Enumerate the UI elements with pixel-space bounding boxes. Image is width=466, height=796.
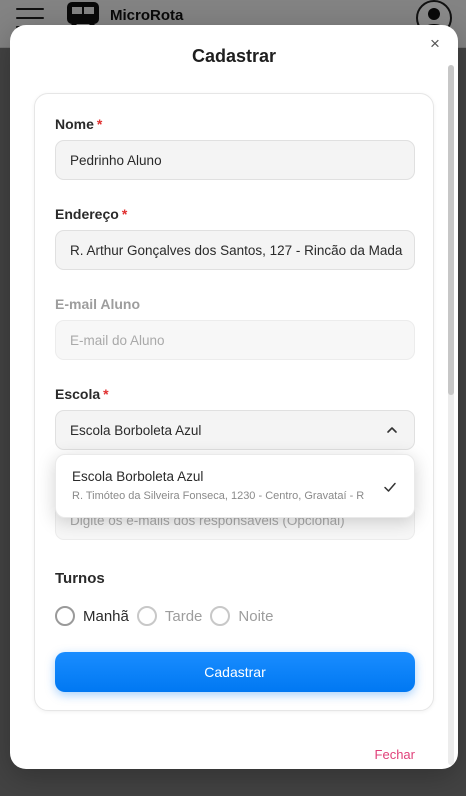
option-subtitle: R. Timóteo da Silveira Fonseca, 1230 - C…	[72, 490, 365, 502]
scrollbar-thumb[interactable]	[448, 65, 454, 395]
email-aluno-input[interactable]: E-mail do Aluno	[55, 320, 415, 360]
email-aluno-label: E-mail Aluno	[55, 296, 141, 312]
escola-selected-value: Escola Borboleta Azul	[70, 422, 202, 438]
cadastrar-button[interactable]: Cadastrar	[55, 652, 415, 692]
radio-label: Noite	[238, 607, 274, 625]
radio-circle[interactable]	[136, 606, 157, 626]
radio-circle[interactable]	[55, 606, 75, 626]
radio-noite[interactable]: Noite	[210, 606, 273, 626]
chevron-up-icon	[387, 427, 397, 433]
form-card: Nome * Pedrinho Aluno Endereço * R. Arthur…	[34, 93, 434, 711]
escola-label: Escola *	[55, 386, 109, 402]
escola-dropdown: Escola Borboleta Azul R. Timóteo da Silv…	[55, 454, 415, 518]
endereco-input[interactable]: R. Arthur Gonçalves dos Santos, 127 - Ri…	[55, 230, 415, 270]
endereco-label: Endereço *	[55, 206, 128, 222]
check-icon	[384, 482, 396, 492]
escola-select[interactable]: Escola Borboleta Azul	[55, 410, 415, 450]
modal-title: Cadastrar	[191, 46, 277, 66]
fechar-link[interactable]: Fechar	[375, 747, 415, 762]
radio-tarde[interactable]: Tarde	[136, 606, 203, 626]
radio-label: Tarde	[164, 607, 203, 625]
dropdown-option[interactable]: Escola Borboleta Azul R. Timóteo da Silv…	[72, 469, 398, 502]
option-title: Escola Borboleta Azul	[72, 469, 204, 484]
register-modal: × Cadastrar Nome * Pedrinho Aluno Endereç…	[10, 25, 458, 769]
turnos-title: Turnos	[55, 570, 105, 587]
nome-label: Nome *	[55, 116, 103, 132]
radio-circle[interactable]	[210, 606, 231, 626]
nome-input[interactable]: Pedrinho Aluno	[55, 140, 415, 180]
radio-label: Manhã	[83, 607, 129, 625]
turnos-radio-group: Manhã Tarde Noite	[55, 606, 281, 626]
radio-manha[interactable]: Manhã	[55, 606, 129, 626]
